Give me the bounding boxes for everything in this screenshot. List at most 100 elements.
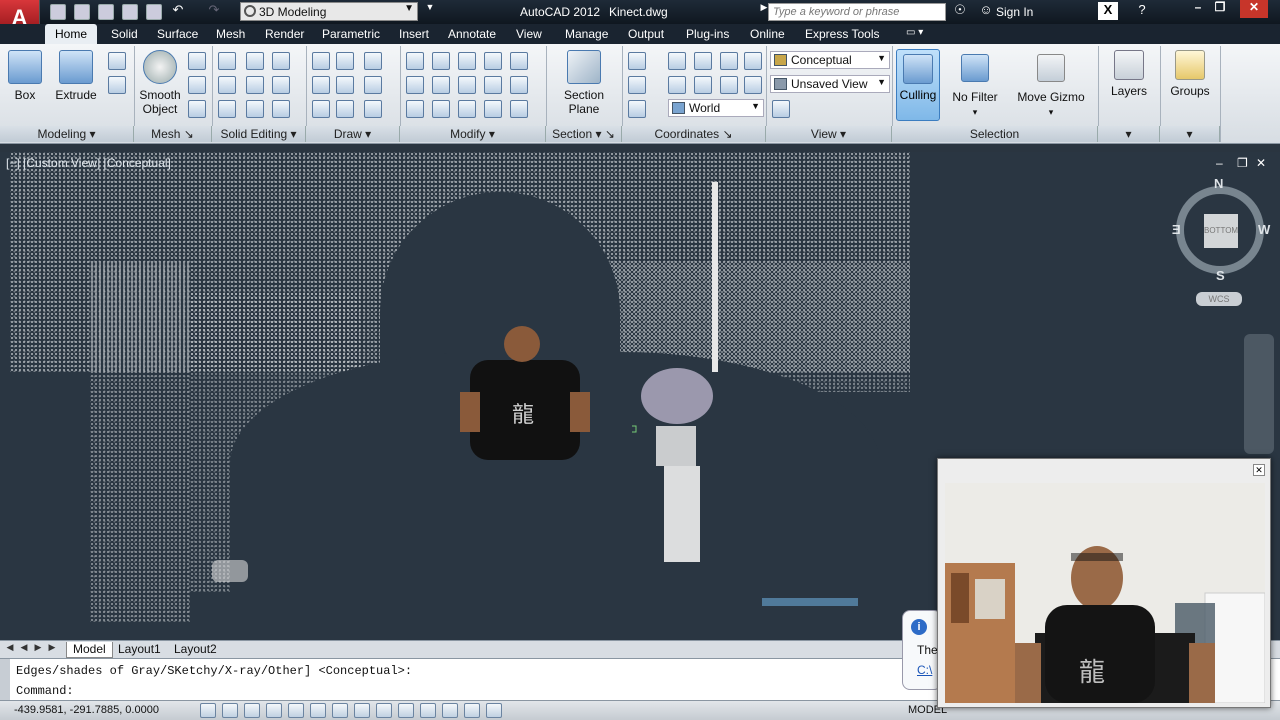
tab-plugins[interactable]: Plug-ins (686, 27, 729, 41)
tab-insert[interactable]: Insert (399, 27, 429, 41)
visual-style-dropdown[interactable]: Conceptual ▼ (770, 51, 890, 69)
viewport-minimize-icon[interactable]: – (1216, 156, 1223, 170)
binoculars-icon[interactable]: ☉ (950, 2, 970, 20)
ucs-icon[interactable] (668, 76, 686, 94)
modify-tool-icon[interactable] (484, 100, 502, 118)
tab-surface[interactable]: Surface (157, 27, 198, 41)
viewport-config-icon[interactable] (772, 100, 790, 118)
viewcube[interactable]: BOTTOM N S E W (1172, 176, 1270, 284)
spline-icon[interactable] (312, 76, 330, 94)
new-file-icon[interactable] (50, 4, 66, 20)
ucs-icon[interactable] (628, 100, 646, 118)
plot-icon[interactable] (146, 4, 162, 20)
fillet-icon[interactable] (510, 76, 528, 94)
polygon-icon[interactable] (312, 100, 330, 118)
tab-express-tools[interactable]: Express Tools (805, 27, 879, 41)
tab-layout1[interactable]: Layout1 (112, 642, 167, 658)
command-line-grip[interactable] (0, 659, 10, 701)
layers-button[interactable]: Layers (1108, 48, 1150, 98)
rectangle-icon[interactable] (336, 100, 354, 118)
move-icon[interactable] (458, 52, 476, 70)
restore-icon[interactable]: ❐ (1206, 0, 1234, 18)
coordinates-panel-label[interactable]: Coordinates ↘ (622, 126, 766, 142)
subtract-icon[interactable] (246, 52, 264, 70)
polyline-icon[interactable] (336, 52, 354, 70)
ucs-icon[interactable] (694, 76, 712, 94)
webcam-close-icon[interactable]: ✕ (1253, 464, 1265, 476)
mesh-tool-icon[interactable] (188, 52, 206, 70)
first-layout-icon[interactable]: ◀ (4, 642, 16, 656)
mesh-panel-label[interactable]: Mesh ↘ (134, 126, 212, 142)
open-file-icon[interactable] (74, 4, 90, 20)
grid-display-icon[interactable] (244, 703, 260, 718)
tab-view[interactable]: View (516, 27, 542, 41)
dynamic-input-icon[interactable] (398, 703, 414, 718)
layers-panel-expander[interactable]: ▾ (1098, 126, 1160, 142)
tab-render[interactable]: Render (265, 27, 304, 41)
qat-menu-icon[interactable]: ▼ (420, 2, 440, 20)
tab-home[interactable]: Home (45, 24, 98, 45)
ucs-icon[interactable] (628, 52, 646, 70)
viewport-label[interactable]: [−] [Custom View] [Conceptual] (6, 156, 171, 170)
compass-east[interactable]: E (1172, 222, 1181, 237)
ucs-world-dropdown[interactable]: World ▼ (668, 99, 764, 117)
circle-icon[interactable] (364, 76, 382, 94)
mesh-tool-icon[interactable] (188, 100, 206, 118)
move-gizmo-button[interactable]: Move Gizmo ▾ (1014, 48, 1088, 119)
save-as-icon[interactable] (122, 4, 138, 20)
mesh-tool-icon[interactable] (188, 76, 206, 94)
tab-output[interactable]: Output (628, 27, 664, 41)
modify-tool-icon[interactable] (406, 76, 424, 94)
modify-tool-icon[interactable] (484, 52, 502, 70)
object-snap-icon[interactable] (310, 703, 326, 718)
tab-layout2[interactable]: Layout2 (168, 642, 223, 658)
union-icon[interactable] (218, 52, 236, 70)
last-layout-icon[interactable]: ▶ (46, 642, 58, 656)
transparency-icon[interactable] (442, 703, 458, 718)
redo-icon[interactable]: ↷ (204, 2, 224, 20)
modify-tool-icon[interactable] (432, 76, 450, 94)
intersect-icon[interactable] (272, 52, 290, 70)
user-icon[interactable]: ☺ (976, 2, 996, 20)
wcs-menu[interactable]: WCS (1196, 292, 1242, 306)
modify-tool-icon[interactable] (406, 52, 424, 70)
saved-view-dropdown[interactable]: Unsaved View ▼ (770, 75, 890, 93)
modify-tool-icon[interactable] (406, 100, 424, 118)
search-input[interactable]: Type a keyword or phrase (768, 3, 946, 21)
draw-line-icon[interactable] (336, 76, 354, 94)
ellipse-icon[interactable] (364, 100, 382, 118)
ucs-icon[interactable] (744, 52, 762, 70)
prev-layout-icon[interactable]: ◀ (18, 642, 30, 656)
tab-mesh[interactable]: Mesh (216, 27, 245, 41)
workspace-dropdown[interactable]: 3D Modeling ▼ (240, 2, 418, 21)
snap-mode-icon[interactable] (222, 703, 238, 718)
solid-edit-icon[interactable] (246, 76, 264, 94)
navigation-bar[interactable] (1244, 334, 1274, 454)
notification-bubble[interactable]: i The C:\ (902, 610, 942, 690)
tab-solid[interactable]: Solid (111, 27, 138, 41)
box-button[interactable]: Box (6, 48, 44, 102)
solid-edit-icon[interactable] (218, 100, 236, 118)
close-icon[interactable]: ✕ (1240, 0, 1268, 18)
polar-tracking-icon[interactable] (288, 703, 304, 718)
tab-model[interactable]: Model (66, 642, 113, 658)
help-icon[interactable]: ? (1132, 2, 1152, 20)
solid-edit-icon[interactable] (218, 76, 236, 94)
ucs-icon[interactable] (668, 52, 686, 70)
solid-edit-icon[interactable] (272, 76, 290, 94)
smooth-object-button[interactable]: Smooth Object (138, 48, 182, 116)
tab-parametric[interactable]: Parametric (322, 27, 380, 41)
coordinate-readout[interactable]: -439.9581, -291.7885, 0.0000 (14, 704, 159, 716)
viewcube-face[interactable]: BOTTOM (1204, 214, 1238, 248)
extrude-button[interactable]: Extrude (52, 48, 100, 102)
groups-panel-expander[interactable]: ▾ (1160, 126, 1220, 142)
modify-panel-label[interactable]: Modify ▾ (400, 126, 546, 142)
viewport-restore-icon[interactable]: ❐ (1237, 156, 1248, 170)
notification-link[interactable]: C:\ (917, 663, 932, 677)
undo-icon[interactable]: ↶ (168, 2, 188, 20)
arc-icon[interactable] (364, 52, 382, 70)
ucs-icon[interactable] (628, 76, 646, 94)
ribbon-minimize-icon[interactable]: ▭ ▾ (906, 27, 923, 38)
ortho-mode-icon[interactable] (266, 703, 282, 718)
ucs-icon[interactable] (720, 52, 738, 70)
